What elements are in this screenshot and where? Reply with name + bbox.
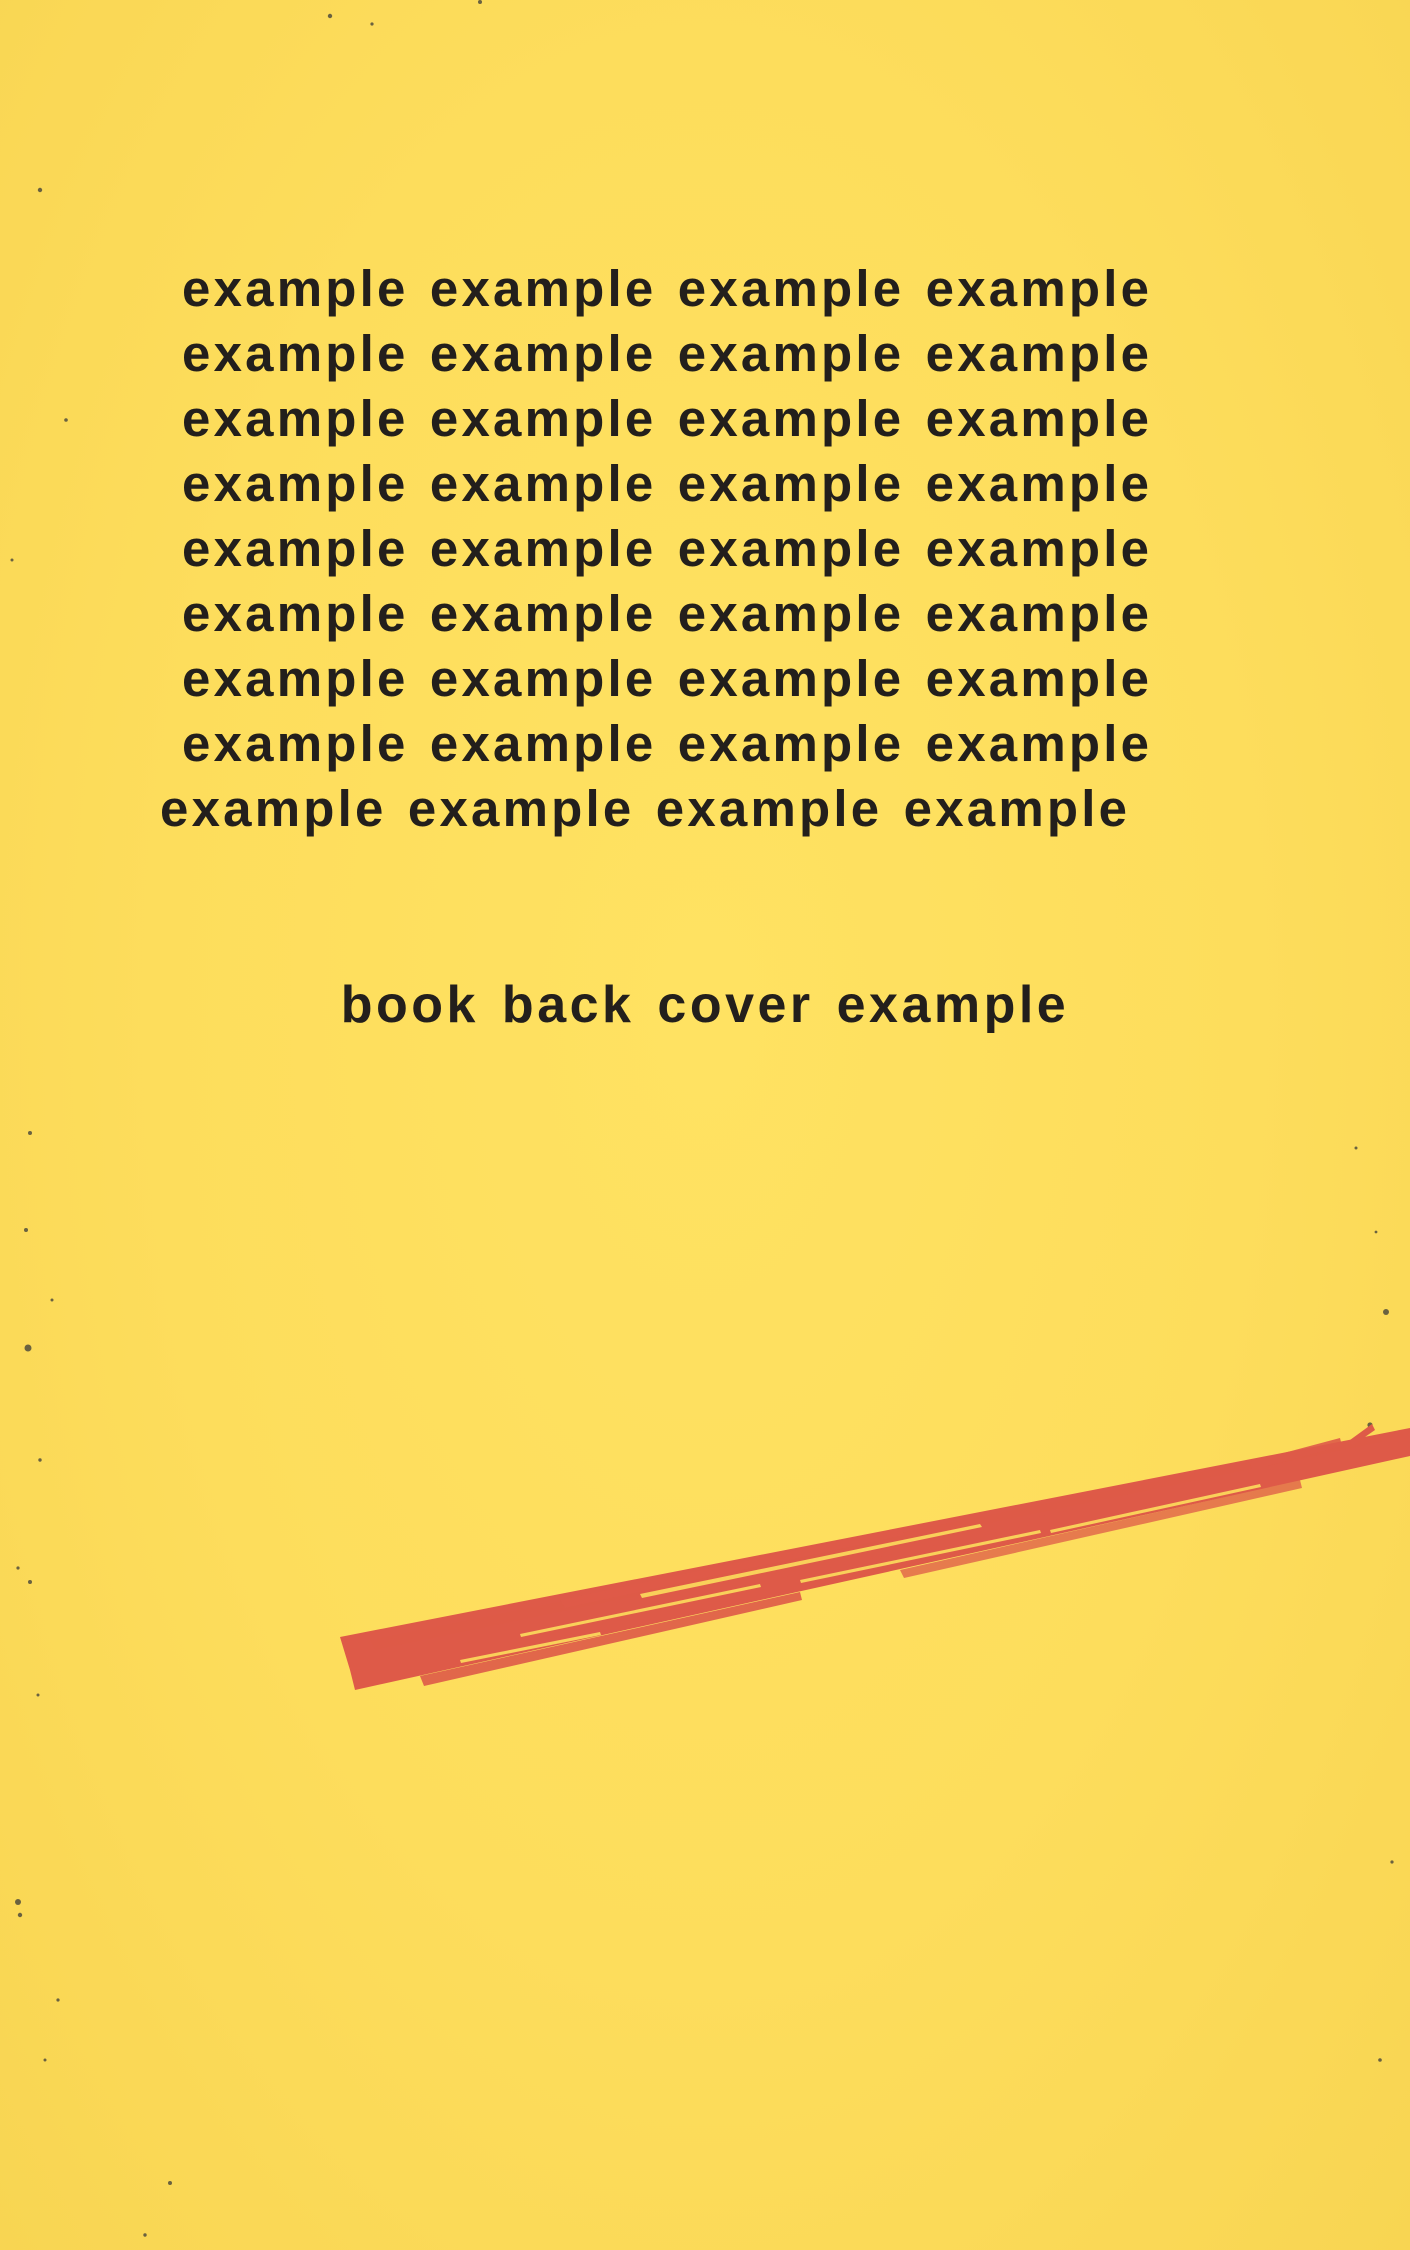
body-line-7: example example example example bbox=[182, 650, 1153, 707]
body-line-6: example example example example bbox=[182, 585, 1153, 642]
body-text-block: example example example example example … bbox=[160, 256, 1250, 841]
body-line-4: example example example example bbox=[182, 455, 1153, 512]
body-line-8: example example example example bbox=[182, 715, 1153, 772]
body-line-3: example example example example bbox=[182, 390, 1153, 447]
book-back-cover: example example example example example … bbox=[0, 0, 1410, 2250]
body-line-1: example example example example bbox=[182, 260, 1153, 317]
body-line-5: example example example example bbox=[182, 520, 1153, 577]
cover-subtitle: book back cover example bbox=[340, 976, 1070, 1034]
body-line-9: example example example example bbox=[160, 780, 1131, 837]
body-line-2: example example example example bbox=[182, 325, 1153, 382]
